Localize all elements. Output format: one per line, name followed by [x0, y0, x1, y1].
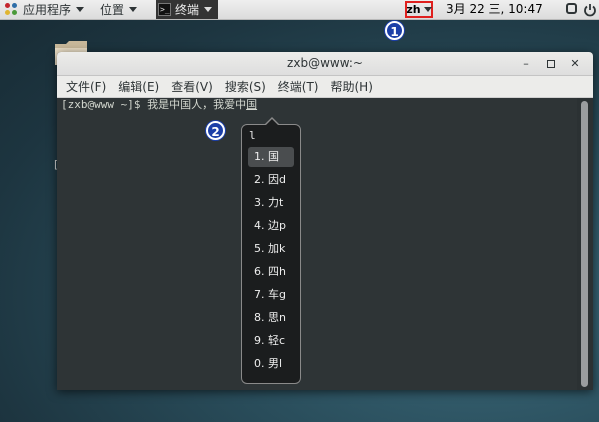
applications-label: 应用程序: [23, 3, 72, 17]
chevron-down-icon: [204, 7, 213, 12]
terminal-title: zxb@www:~: [287, 56, 363, 70]
callout-badge-2: 2: [206, 121, 225, 140]
display-icon[interactable]: [566, 3, 577, 14]
menu-search[interactable]: 搜索(S): [219, 78, 272, 95]
ime-candidate-popup: l 1. 国 2. 因d 3. 力t 4. 边p 5. 加k 6. 四h 7. …: [241, 124, 301, 384]
preedit-text: 国: [246, 98, 258, 111]
applications-icon: [5, 2, 19, 17]
menu-edit[interactable]: 编辑(E): [112, 78, 165, 95]
chevron-down-icon: [129, 7, 138, 12]
committed-text: 我是中国人，我爱中: [147, 98, 247, 111]
close-icon[interactable]: ✕: [568, 57, 582, 71]
ime-candidate[interactable]: 6. 四h: [248, 262, 294, 282]
ime-candidate[interactable]: 4. 边p: [248, 216, 294, 236]
callout-badge-1: 1: [385, 21, 404, 40]
chevron-down-icon: [423, 7, 432, 12]
ime-candidate[interactable]: 8. 思n: [248, 308, 294, 328]
ime-candidate[interactable]: 9. 轻c: [248, 331, 294, 351]
menu-terminal[interactable]: 终端(T): [272, 78, 325, 95]
input-method-indicator[interactable]: zh: [405, 1, 433, 18]
ime-candidate[interactable]: 7. 车g: [248, 285, 294, 305]
taskbar-terminal-label: 终端: [175, 3, 200, 17]
applications-menu[interactable]: 应用程序: [0, 0, 89, 19]
minimize-icon[interactable]: –: [519, 57, 533, 71]
taskbar-terminal-button[interactable]: >_ 终端: [156, 0, 219, 19]
menu-file[interactable]: 文件(F): [60, 78, 112, 95]
places-label: 位置: [100, 3, 125, 17]
terminal-titlebar[interactable]: zxb@www:~ – ✕: [57, 52, 593, 76]
power-icon[interactable]: [583, 3, 597, 17]
chevron-down-icon: [76, 7, 85, 12]
input-method-label: zh: [406, 3, 421, 16]
ime-popup-pointer-inner: [265, 119, 279, 126]
menu-view[interactable]: 查看(V): [165, 78, 219, 95]
menu-help[interactable]: 帮助(H): [325, 78, 379, 95]
ime-candidate[interactable]: 0. 男l: [248, 354, 294, 374]
clock[interactable]: 3月 22 三, 10:47: [446, 0, 543, 19]
terminal-icon: >_: [158, 3, 172, 16]
maximize-icon[interactable]: [544, 57, 558, 71]
ime-candidate[interactable]: 3. 力t: [248, 193, 294, 213]
terminal-menubar: 文件(F) 编辑(E) 查看(V) 搜索(S) 终端(T) 帮助(H): [57, 76, 593, 98]
places-menu[interactable]: 位置: [95, 0, 142, 19]
ime-candidate[interactable]: 5. 加k: [248, 239, 294, 259]
ime-candidate[interactable]: 2. 因d: [248, 170, 294, 190]
terminal-content[interactable]: [zxb@www ~]$ 我是中国人，我爱中国: [57, 98, 577, 390]
terminal-window: zxb@www:~ – ✕ 文件(F) 编辑(E) 查看(V) 搜索(S) 终端…: [57, 52, 593, 390]
ime-candidate[interactable]: 1. 国: [248, 147, 294, 167]
ime-preedit: l: [249, 129, 256, 142]
scrollbar-thumb[interactable]: [581, 101, 588, 387]
prompt-line: [zxb@www ~]$ 我是中国人，我爱中国: [61, 98, 257, 112]
prompt: [zxb@www ~]$: [61, 98, 148, 111]
